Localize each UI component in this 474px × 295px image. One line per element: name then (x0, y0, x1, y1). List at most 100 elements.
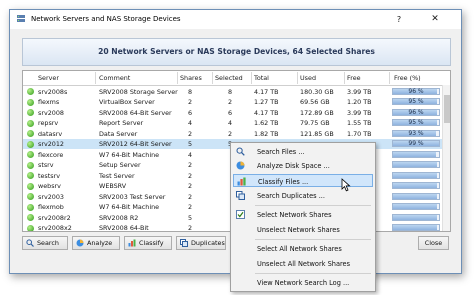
cell-total: 1.27 TB (254, 98, 279, 106)
server-status-icon (27, 119, 34, 127)
free-percent-text: 95 % (408, 98, 424, 105)
free-percent-bar: 95 % (392, 119, 440, 126)
server-status-icon (27, 203, 34, 211)
column-header-used[interactable]: Used (300, 74, 316, 82)
search-button[interactable]: Search (22, 236, 68, 250)
cell-shares: 6 (188, 108, 193, 117)
cell-comment: W7 64-Bit Machine (99, 203, 160, 211)
server-status-icon (27, 161, 34, 169)
menu-item-select-all-network-shares[interactable]: Select All Network Shares (233, 242, 373, 255)
analyze-button-label: Analyze (87, 239, 113, 247)
cell-free: 1.70 TB (347, 129, 372, 138)
server-status-icon (27, 172, 34, 179)
menu-separator (255, 205, 371, 206)
scrollbar-thumb[interactable] (444, 95, 450, 123)
server-app-icon (17, 15, 25, 22)
column-header-total[interactable]: Total (254, 74, 269, 82)
cell-shares: 2 (188, 224, 193, 232)
cell-total: 1.82 TB (254, 129, 279, 138)
title-bar: Network Servers and NAS Storage Devices … (10, 10, 461, 29)
cell-shares: 5 (188, 140, 193, 148)
cell-server: datasrv (38, 129, 63, 138)
classify-button[interactable]: Classify (124, 236, 172, 250)
menu-item-label: Search Duplicates ... (257, 192, 325, 200)
vertical-scrollbar[interactable] (442, 85, 450, 231)
context-menu: Search Files ... Analyze Disk Space ... … (230, 142, 376, 292)
close-button[interactable]: Close (418, 236, 449, 250)
menu-item-unselect-all-network-shares[interactable]: Unselect All Network Shares (233, 257, 373, 270)
cell-server: srv2008s (38, 87, 68, 96)
cell-server: flexms (38, 98, 60, 106)
cell-comment: W7 64-Bit Machine (99, 150, 160, 159)
table-row[interactable]: srv2008 SRV2008 64-Bit Server 6 6 4.17 TB 172… (23, 107, 450, 118)
menu-item-classify-files[interactable]: Classify Files ... (233, 174, 373, 187)
column-header-selected[interactable]: Selected (215, 74, 243, 82)
cell-used: 121.85 GB (300, 129, 334, 138)
cell-server: srv2008r2 (38, 213, 71, 222)
analyze-button[interactable]: Analyze (72, 236, 120, 250)
column-divider (389, 72, 390, 84)
column-header-server[interactable]: Server (38, 74, 59, 82)
free-percent-bar: 99 % (392, 140, 440, 147)
cell-comment: SRV2008 64-Bit Server (99, 108, 172, 117)
cell-comment: SRV2008 R2 (99, 213, 139, 222)
menu-item-label: Unselect Network Shares (257, 226, 340, 234)
free-percent-text: 95 % (408, 119, 424, 126)
search-button-label: Search (37, 239, 59, 247)
column-divider (95, 72, 96, 84)
column-header-shares[interactable]: Shares (180, 74, 202, 82)
free-percent-text: 99 % (408, 140, 424, 147)
cell-shares: 2 (188, 192, 193, 201)
free-percent-fill (393, 225, 437, 230)
cell-total: 4.17 TB (254, 87, 279, 96)
menu-item-label: Unselect All Network Shares (257, 260, 351, 268)
cell-comment: Report Server (99, 119, 144, 127)
server-status-icon (27, 109, 34, 116)
menu-item-label: Classify Files ... (258, 178, 309, 186)
menu-item-search-files[interactable]: Search Files ... (233, 145, 373, 158)
free-percent-bar (392, 224, 440, 231)
menu-item-unselect-network-shares[interactable]: Unselect Network Shares (233, 223, 373, 236)
cell-server: testsrv (38, 171, 61, 180)
cell-comment: SRV2003 Test Server (99, 192, 166, 201)
cell-free: 1.20 TB (347, 98, 372, 106)
summary-banner: 20 Network Servers or NAS Storage Device… (22, 38, 451, 66)
free-percent-bar: 93 % (392, 129, 440, 137)
menu-item-label: Search Files ... (257, 148, 305, 156)
cell-server: websrv (38, 182, 61, 190)
menu-item-select-network-shares[interactable]: Select Network Shares (233, 208, 373, 221)
menu-item-search-duplicates[interactable]: Search Duplicates ... (233, 189, 373, 202)
help-button[interactable]: ? (392, 13, 406, 26)
cell-comment: SRV2008 64-Bit (99, 224, 149, 232)
free-percent-fill (393, 162, 437, 167)
cell-shares: 2 (188, 171, 193, 180)
cell-free: 3.99 TB (347, 108, 372, 117)
duplicates-icon (236, 191, 245, 200)
table-row[interactable]: repsrv Report Server 4 4 1.62 TB 79.75 GB 1.55… (23, 118, 450, 129)
cell-server: stsrv (38, 161, 54, 169)
duplicates-button[interactable]: Duplicates (176, 236, 226, 250)
menu-item-view-network-search-log[interactable]: View Network Search Log ... (233, 276, 373, 289)
server-status-icon (27, 98, 34, 106)
table-row[interactable]: datasrv Data Server 2 2 1.82 TB 121.85 GB 1.70… (23, 128, 450, 139)
column-header-free-percent[interactable]: Free (%) (394, 74, 421, 82)
menu-separator (255, 273, 371, 274)
free-percent-bar (392, 203, 440, 210)
server-status-icon (27, 214, 34, 221)
close-window-button[interactable]: ✕ (428, 13, 442, 26)
table-row[interactable]: srv2008s SRV2008 Storage Server 8 8 4.17 TB 1… (23, 86, 450, 97)
cell-total: 1.62 TB (254, 119, 279, 127)
free-percent-fill (393, 204, 437, 209)
cell-shares: 2 (188, 129, 193, 138)
cell-comment: SRV2012 64-Bit Server (99, 140, 172, 148)
column-header-comment[interactable]: Comment (99, 74, 130, 82)
column-header-free[interactable]: Free (347, 74, 361, 82)
table-row[interactable]: flexms VirtualBox Server 2 2 1.27 TB 69.56 GB… (23, 97, 450, 108)
server-status-icon (27, 130, 34, 137)
window-title: Network Servers and NAS Storage Devices (31, 15, 181, 23)
menu-item-label: Select All Network Shares (257, 245, 342, 253)
cell-used: 69.56 GB (300, 98, 330, 106)
menu-item-analyze-disk-space[interactable]: Analyze Disk Space ... (233, 159, 373, 172)
bar-chart-icon (128, 239, 136, 247)
cell-selected: 6 (228, 108, 233, 117)
